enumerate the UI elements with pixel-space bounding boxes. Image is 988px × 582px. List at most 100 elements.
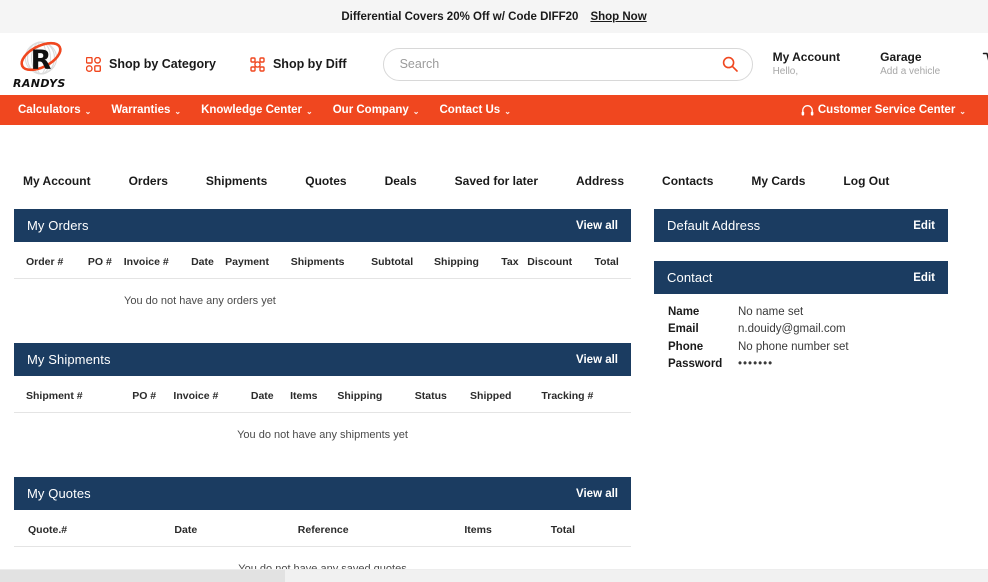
col-date: Date [250, 376, 291, 413]
header-account-group: My Account Hello, Garage Add a vehicle [753, 50, 988, 79]
col-shipping: Shipping [434, 242, 502, 279]
table-row: You do not have any shipments yet [14, 413, 631, 456]
col-shipments: Shipments [290, 242, 372, 279]
shop-by-diff-link[interactable]: Shop by Diff [250, 56, 347, 72]
randys-logo[interactable]: R RANDYS [10, 38, 72, 90]
shipments-empty-message: You do not have any shipments yet [237, 429, 408, 441]
nav-item-calculators[interactable]: Calculators ⌄ [8, 104, 101, 116]
tab-log-out[interactable]: Log Out [824, 174, 908, 188]
my-quotes-view-all-button[interactable]: View all [576, 488, 618, 500]
shopping-cart-icon [982, 52, 988, 60]
shop-by-category-label: Shop by Category [109, 57, 216, 71]
col-quote-number: Quote.# [14, 510, 175, 547]
col-po-number: PO # [87, 242, 124, 279]
promo-text: Differential Covers 20% Off w/ Code DIFF… [341, 10, 579, 23]
tab-my-cards[interactable]: My Cards [732, 174, 824, 188]
tab-label: Saved for later [454, 174, 539, 188]
shop-by-diff-label: Shop by Diff [272, 57, 347, 71]
tab-quotes[interactable]: Quotes [286, 174, 365, 188]
contact-title: Contact [667, 270, 713, 285]
shipments-table: Shipment # PO # Invoice # Date Items Shi… [14, 376, 631, 455]
nav-item-our-company[interactable]: Our Company ⌄ [323, 104, 430, 116]
nav-item-warranties[interactable]: Warranties ⌄ [101, 104, 191, 116]
table-header-row: Shipment # PO # Invoice # Date Items Shi… [14, 376, 631, 413]
tab-contacts[interactable]: Contacts [643, 174, 732, 188]
svg-text:R: R [31, 45, 52, 76]
search-icon[interactable] [722, 56, 738, 72]
tab-orders[interactable]: Orders [110, 174, 187, 188]
differential-icon [250, 56, 265, 72]
tab-label: Address [576, 174, 625, 188]
grid-icon [86, 56, 101, 72]
tab-shipments[interactable]: Shipments [187, 174, 286, 188]
nav-item-label: Warranties [111, 104, 171, 116]
tab-address[interactable]: Address [557, 174, 643, 188]
my-orders-panel: My Orders View all Order # PO # Invoice … [14, 209, 631, 321]
table-row: You do not have any orders yet [14, 279, 631, 322]
garage-menu[interactable]: Garage Add a vehicle [860, 50, 960, 79]
col-discount: Discount [527, 242, 595, 279]
orders-empty-message: You do not have any orders yet [124, 295, 276, 307]
promo-shop-now-link[interactable]: Shop Now [590, 11, 646, 23]
primary-navbar: Calculators ⌄ Warranties ⌄ Knowledge Cen… [0, 95, 988, 125]
nav-item-label: Calculators [18, 104, 81, 116]
logo-wordmark: RANDYS [13, 77, 66, 90]
my-quotes-panel: My Quotes View all Quote.# Date Referenc… [14, 477, 631, 582]
chevron-down-icon: ⌄ [84, 106, 92, 116]
tab-label: Shipments [205, 174, 268, 188]
shop-by-category-link[interactable]: Shop by Category [86, 56, 216, 72]
col-shipped: Shipped [470, 376, 542, 413]
tab-saved-for-later[interactable]: Saved for later [436, 174, 557, 188]
dashboard-left-column: My Orders View all Order # PO # Invoice … [14, 209, 631, 582]
horizontal-scrollbar[interactable] [0, 569, 988, 582]
contact-row-name: Name No name set [668, 304, 948, 321]
page-root: Differential Covers 20% Off w/ Code DIFF… [0, 0, 988, 582]
col-invoice-number: Invoice # [173, 376, 251, 413]
col-total: Total [594, 242, 631, 279]
default-address-panel: Default Address Edit [654, 209, 948, 242]
contact-edit-button[interactable]: Edit [913, 272, 935, 284]
customer-service-center-menu[interactable]: Customer Service Center ⌄ [791, 104, 976, 117]
my-orders-title: My Orders [27, 218, 89, 233]
account-dashboard: My Orders View all Order # PO # Invoice … [0, 209, 988, 582]
chevron-down-icon: ⌄ [412, 106, 420, 116]
chevron-down-icon: ⌄ [504, 106, 511, 116]
contact-header: Contact Edit [654, 261, 948, 294]
search-bar[interactable] [382, 47, 753, 81]
my-account-greeting: Hello, [772, 65, 799, 77]
tab-label: My Account [23, 174, 91, 188]
table-header-row: Quote.# Date Reference Items Total [14, 510, 631, 547]
my-orders-header: My Orders View all [14, 209, 631, 242]
contact-phone-label: Phone [668, 340, 704, 353]
nav-item-label: Knowledge Center [201, 104, 303, 116]
nav-item-contact-us[interactable]: Contact Us ⌄ [429, 104, 520, 116]
nav-item-knowledge-center[interactable]: Knowledge Center ⌄ [191, 104, 323, 116]
col-order-number: Order # [14, 242, 88, 279]
contact-row-phone: Phone No phone number set [668, 339, 948, 356]
col-subtotal: Subtotal [371, 242, 435, 279]
garage-subtitle: Add a vehicle [880, 65, 941, 77]
site-header: R RANDYS Shop by Category Shop by Diff S… [0, 33, 988, 95]
my-shipments-view-all-button[interactable]: View all [576, 354, 618, 366]
my-shipments-header: My Shipments View all [14, 343, 631, 376]
col-items: Items [464, 510, 551, 547]
table-header-row: Order # PO # Invoice # Date Payment Ship… [14, 242, 631, 279]
contact-email-value: n.douidy@gmail.com [738, 323, 846, 336]
tab-my-account[interactable]: My Account [14, 174, 110, 188]
col-shipping: Shipping [337, 376, 415, 413]
search-input[interactable] [399, 57, 722, 71]
my-account-title: My Account [772, 49, 841, 64]
col-payment: Payment [225, 242, 291, 279]
my-quotes-header: My Quotes View all [14, 477, 631, 510]
scrollbar-thumb[interactable] [0, 570, 285, 582]
cart-button[interactable] [960, 52, 988, 76]
col-items: Items [290, 376, 338, 413]
my-account-menu[interactable]: My Account Hello, [753, 50, 861, 79]
col-tracking-number: Tracking # [541, 376, 631, 413]
default-address-edit-button[interactable]: Edit [913, 220, 935, 232]
tab-deals[interactable]: Deals [366, 174, 436, 188]
default-address-header: Default Address Edit [654, 209, 948, 242]
my-shipments-panel: My Shipments View all Shipment # PO # In… [14, 343, 631, 455]
my-orders-view-all-button[interactable]: View all [576, 220, 618, 232]
chevron-down-icon: ⌄ [174, 106, 182, 116]
